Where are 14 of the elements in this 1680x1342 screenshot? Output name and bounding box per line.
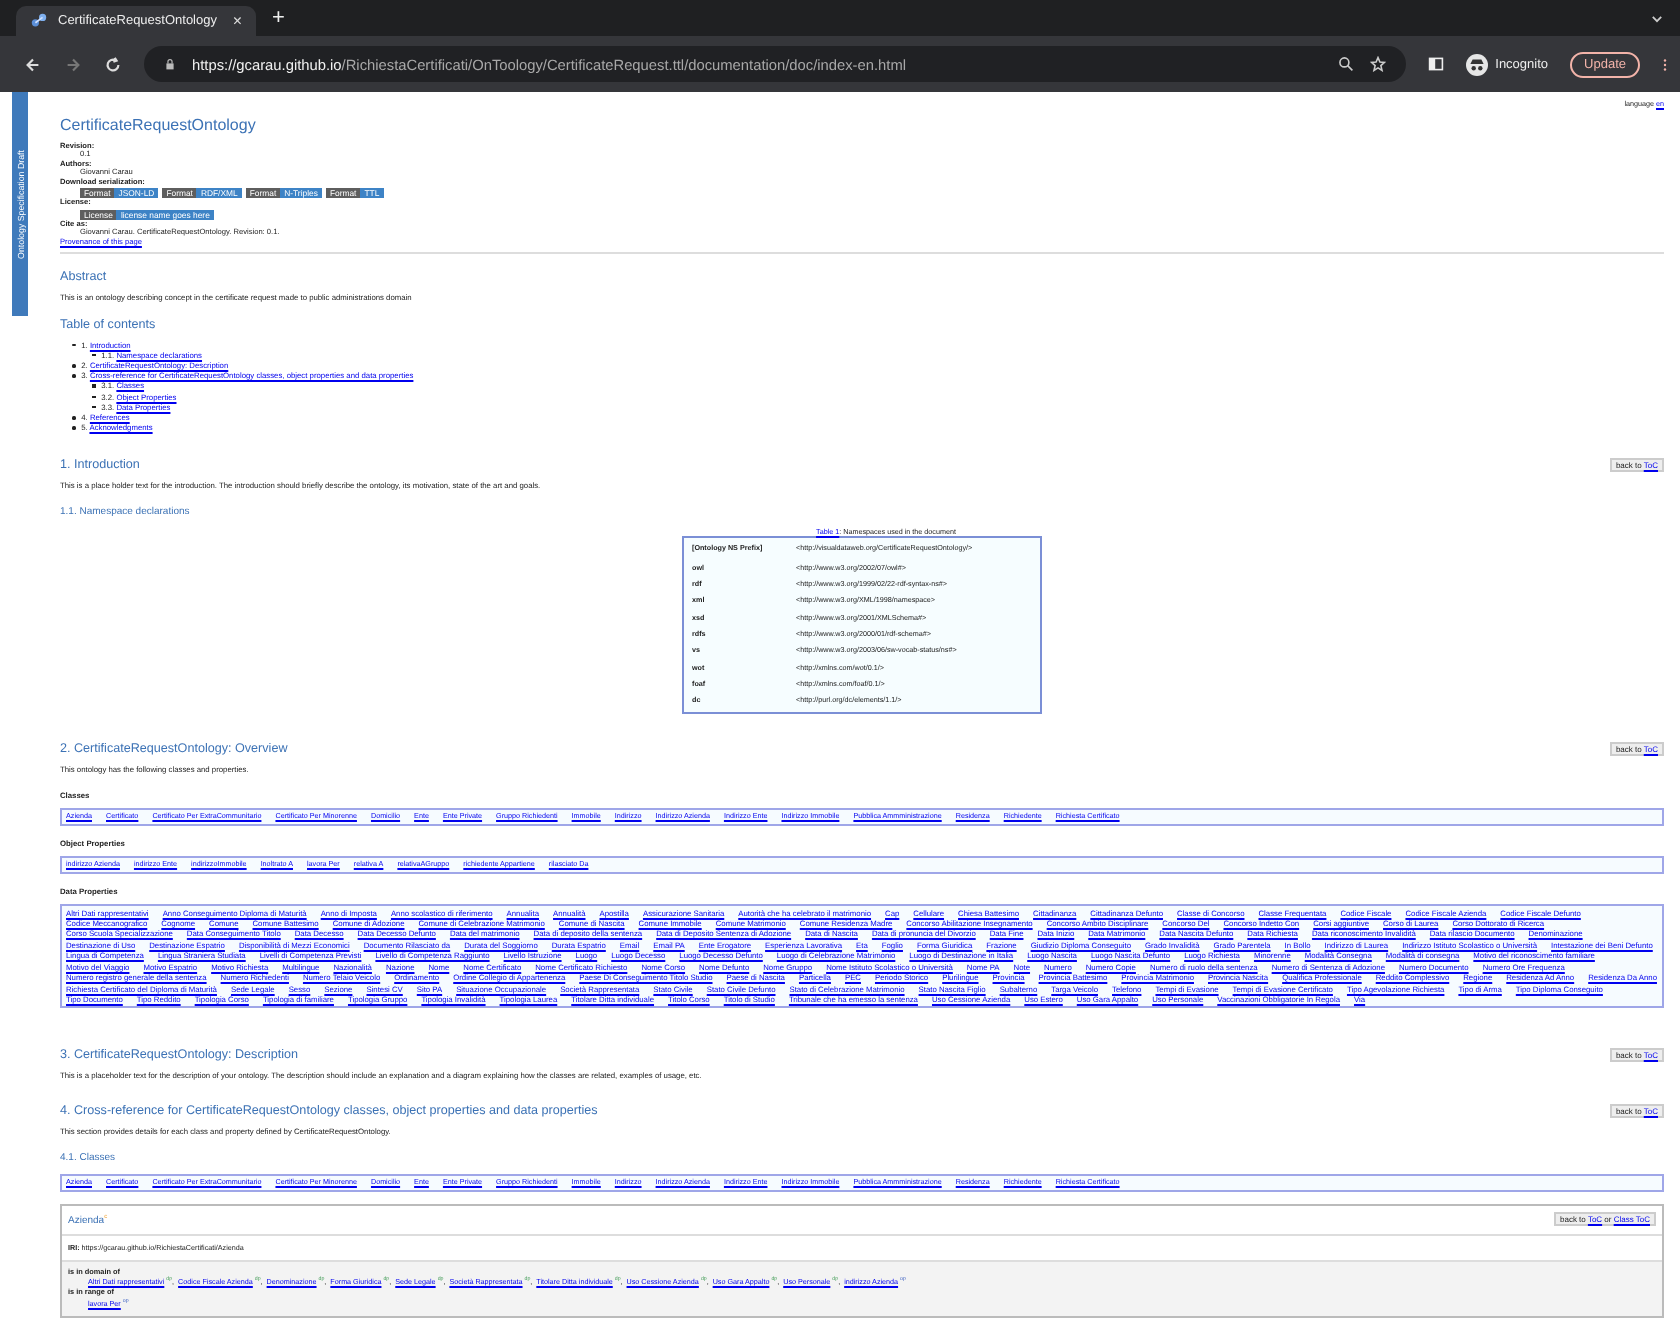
new-tab-button[interactable]: +	[272, 6, 285, 30]
star-icon[interactable]	[1369, 56, 1386, 72]
page-title: CertificateRequestOntology	[60, 116, 258, 134]
forward-arrow-icon[interactable]	[64, 55, 82, 73]
menu-icon[interactable]	[1662, 55, 1668, 73]
lock-icon	[164, 58, 176, 70]
back-arrow-icon[interactable]	[24, 55, 42, 73]
zoom-icon[interactable]	[1337, 56, 1354, 72]
chevron-down-icon[interactable]	[1650, 11, 1664, 25]
side-panel-icon[interactable]	[1427, 56, 1444, 72]
incognito-icon[interactable]	[1465, 53, 1488, 75]
close-tab-button[interactable]: ×	[232, 12, 242, 30]
reload-icon[interactable]	[104, 55, 122, 73]
ontology-icon	[30, 12, 48, 30]
